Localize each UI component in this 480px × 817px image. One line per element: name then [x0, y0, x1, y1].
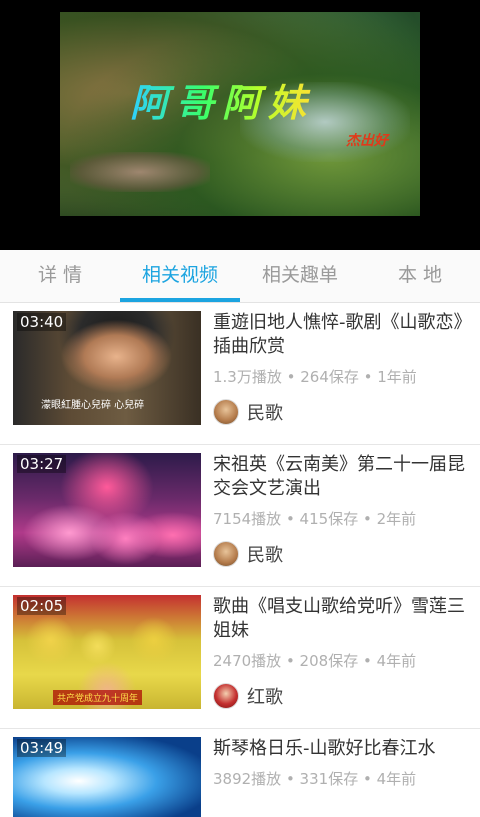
duration-badge: 03:27: [17, 455, 67, 473]
thumbnail-caption: 濛眼紅腫心兒碎 心兒碎: [41, 400, 145, 411]
video-list-item[interactable]: 03:40 濛眼紅腫心兒碎 心兒碎 重遊旧地人憔悴-歌剧《山歌恋》插曲欣赏 1.…: [0, 303, 480, 445]
category-label: 民歌: [247, 403, 283, 424]
thumbnail-caption: 共产党成立九十周年: [53, 690, 143, 705]
video-thumbnail[interactable]: 03:27: [13, 453, 201, 567]
duration-badge: 03:40: [17, 313, 67, 331]
category-avatar: [213, 683, 239, 709]
category-avatar: [213, 399, 239, 425]
duration-badge: 03:49: [17, 739, 67, 757]
video-title[interactable]: 宋祖英《云南美》第二十一届昆交会文艺演出: [213, 453, 475, 501]
video-title-overlay: 阿哥阿妹: [130, 72, 314, 127]
video-info: 宋祖英《云南美》第二十一届昆交会文艺演出 7154播放 • 415保存 • 2年…: [213, 453, 475, 529]
category-avatar: [213, 541, 239, 567]
video-thumbnail[interactable]: 03:49: [13, 737, 201, 817]
video-thumbnail[interactable]: 02:05 共产党成立九十周年: [13, 595, 201, 709]
tab-related-videos[interactable]: 相关视频: [120, 250, 240, 302]
related-video-list: 03:40 濛眼紅腫心兒碎 心兒碎 重遊旧地人憔悴-歌剧《山歌恋》插曲欣赏 1.…: [0, 303, 480, 817]
category-tag[interactable]: 民歌: [213, 541, 283, 567]
video-thumbnail[interactable]: 03:40 濛眼紅腫心兒碎 心兒碎: [13, 311, 201, 425]
video-signature: 杰出好: [346, 133, 388, 149]
video-list-item[interactable]: 03:49 斯琴格日乐-山歌好比春江水 3892播放 • 331保存 • 4年前: [0, 729, 480, 817]
video-title[interactable]: 重遊旧地人憔悴-歌剧《山歌恋》插曲欣赏: [213, 311, 475, 359]
category-tag[interactable]: 民歌: [213, 399, 283, 425]
tab-local[interactable]: 本 地: [360, 250, 480, 302]
tab-related-lists[interactable]: 相关趣单: [240, 250, 360, 302]
category-tag[interactable]: 红歌: [213, 683, 283, 709]
video-info: 斯琴格日乐-山歌好比春江水 3892播放 • 331保存 • 4年前: [213, 737, 475, 789]
video-meta: 2470播放 • 208保存 • 4年前: [213, 652, 417, 670]
video-meta: 7154播放 • 415保存 • 2年前: [213, 510, 417, 528]
tab-bar: 详 情 相关视频 相关趣单 本 地: [0, 250, 480, 303]
video-title[interactable]: 斯琴格日乐-山歌好比春江水: [213, 737, 475, 761]
video-meta: 1.3万播放 • 264保存 • 1年前: [213, 368, 417, 386]
video-meta: 3892播放 • 331保存 • 4年前: [213, 770, 417, 788]
category-label: 民歌: [247, 545, 283, 566]
category-label: 红歌: [247, 687, 283, 708]
video-info: 重遊旧地人憔悴-歌剧《山歌恋》插曲欣赏 1.3万播放 • 264保存 • 1年前: [213, 311, 475, 387]
video-frame[interactable]: 阿哥阿妹 杰出好: [60, 12, 420, 216]
video-title[interactable]: 歌曲《唱支山歌给党听》雪莲三姐妹: [213, 595, 475, 643]
video-list-item[interactable]: 02:05 共产党成立九十周年 歌曲《唱支山歌给党听》雪莲三姐妹 2470播放 …: [0, 587, 480, 729]
video-player[interactable]: 阿哥阿妹 杰出好: [0, 0, 480, 250]
video-list-item[interactable]: 03:27 宋祖英《云南美》第二十一届昆交会文艺演出 7154播放 • 415保…: [0, 445, 480, 587]
video-info: 歌曲《唱支山歌给党听》雪莲三姐妹 2470播放 • 208保存 • 4年前: [213, 595, 475, 671]
duration-badge: 02:05: [17, 597, 67, 615]
tab-details[interactable]: 详 情: [0, 250, 120, 302]
video-scene-rock: [70, 152, 210, 192]
